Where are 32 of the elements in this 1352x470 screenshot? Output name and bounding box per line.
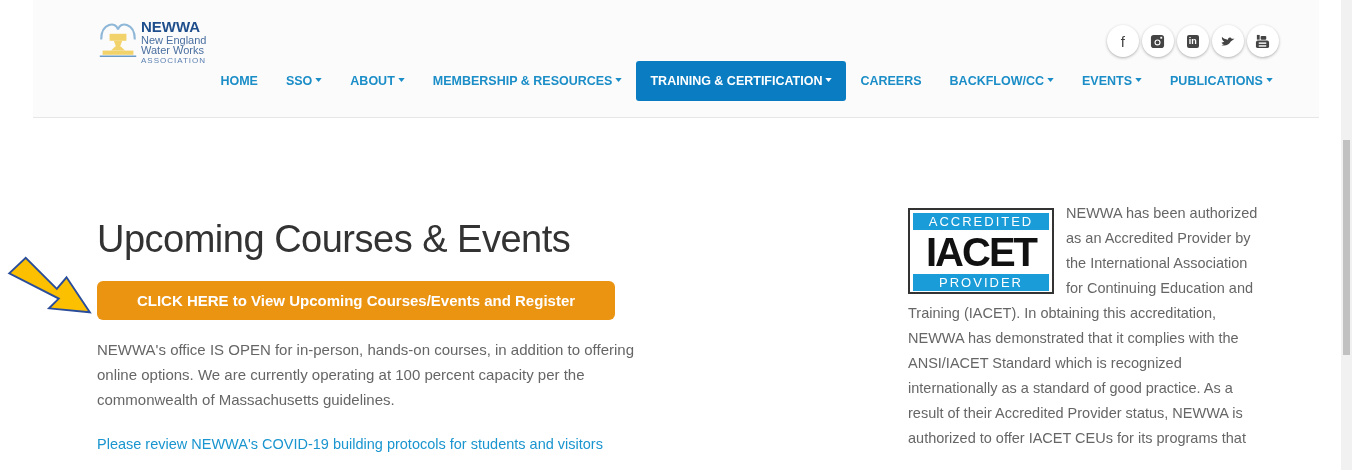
social-button[interactable] (1246, 25, 1279, 57)
tv-icon (1255, 33, 1271, 49)
social-button[interactable]: f (1106, 25, 1139, 57)
nav-item[interactable]: SSO (271, 61, 337, 101)
protocols-link[interactable]: Please review NEWWA's COVID-19 building protocols for students and visitors (97, 436, 603, 452)
body-paragraph: NEWWA's office IS OPEN for in-person, hands-on courses, in addition to offering online options. We are currently operating at 100 percent capacity per the commonwealth of Massachusetts guidelines. (97, 340, 635, 410)
nav-item[interactable]: BACKFLOW/CC (935, 61, 1068, 101)
bird-icon (1219, 34, 1236, 48)
social-button[interactable]: in (1176, 25, 1209, 57)
social-button[interactable] (1211, 25, 1244, 57)
logo-subtitle: New England (141, 35, 207, 45)
accreditation-text: NEWWA has been authorized as an Accredited Provider by the International Association for Continuing Education and (1066, 204, 1259, 298)
logo-subtitle: Water Works (141, 45, 204, 55)
badge-label: PROVIDER (913, 274, 1049, 291)
nav-item[interactable]: PUBLICATIONS (1156, 61, 1287, 101)
nav-item[interactable]: ABOUT (336, 61, 419, 101)
nav-item[interactable]: HOME (206, 61, 272, 101)
register-button[interactable]: CLICK HERE to View Upcoming Courses/Events and Register (97, 281, 615, 320)
logo[interactable]: NEWWA New England Water Works ASSOCIATION (97, 0, 207, 117)
badge-label: ACCREDITED (913, 213, 1049, 230)
nav-item[interactable]: EVENTS (1068, 61, 1157, 101)
nav-item[interactable]: TRAINING & CERTIFICATION (636, 61, 847, 101)
accreditation-text: Training (IACET). In obtaining this accreditation, NEWWA has demonstrated that it complies with the ANSI/IACET Standard which is recognized internationally as a standard of good practice. As a result of their Accredited Provider status, NEWWA is authorized to offer IACET CEUs for its programs that (908, 304, 1247, 448)
camera-icon (1150, 33, 1166, 49)
logo-name: NEWWA (141, 18, 202, 35)
scrollbar[interactable] (1340, 0, 1352, 470)
badge-title: IACET (925, 232, 1038, 272)
page-heading: Upcoming Courses & Events (97, 218, 572, 261)
nav-item[interactable]: MEMBERSHIP & RESOURCES (418, 61, 637, 101)
nav-item[interactable]: CAREERS (846, 61, 936, 101)
logo-subtitle: ASSOCIATION (141, 56, 207, 65)
social-button[interactable] (1141, 25, 1174, 57)
